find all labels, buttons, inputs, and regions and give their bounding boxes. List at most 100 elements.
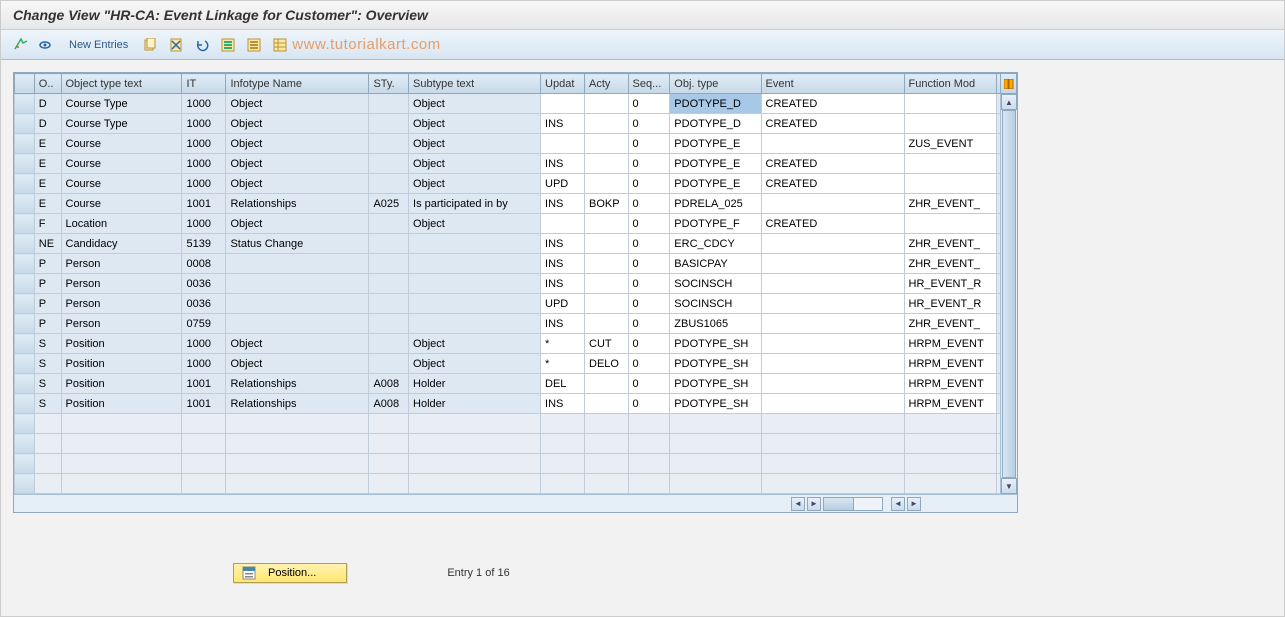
cell-empty[interactable] — [409, 434, 541, 454]
scroll-track[interactable] — [1001, 110, 1017, 478]
cell-act[interactable] — [585, 254, 629, 274]
cell-evt[interactable] — [761, 274, 904, 294]
cell-o[interactable]: E — [34, 194, 61, 214]
cell-empty[interactable] — [541, 454, 585, 474]
cell-empty[interactable] — [761, 434, 904, 454]
cell-empty[interactable] — [585, 414, 629, 434]
cell-fm[interactable] — [904, 94, 997, 114]
cell-empty[interactable] — [409, 474, 541, 494]
cell-empty[interactable] — [182, 414, 226, 434]
cell-it[interactable]: 1000 — [182, 214, 226, 234]
cell-empty[interactable] — [226, 434, 369, 454]
cell-empty[interactable] — [585, 434, 629, 454]
table-row[interactable]: ECourse1000ObjectObjectUPD0PDOTYPE_ECREA… — [15, 174, 1017, 194]
cell-sty[interactable] — [369, 314, 409, 334]
cell-sty[interactable] — [369, 114, 409, 134]
cell-obj[interactable]: PDOTYPE_SH — [670, 354, 761, 374]
hscroll-right-icon[interactable]: ► — [807, 497, 821, 511]
cell-empty[interactable] — [409, 454, 541, 474]
row-selector[interactable] — [15, 214, 35, 234]
cell-evt[interactable] — [761, 254, 904, 274]
cell-evt[interactable]: CREATED — [761, 94, 904, 114]
row-selector[interactable] — [15, 94, 35, 114]
cell-empty[interactable] — [182, 454, 226, 474]
cell-it[interactable]: 0008 — [182, 254, 226, 274]
cell-act[interactable] — [585, 234, 629, 254]
cell-upd[interactable]: INS — [541, 274, 585, 294]
cell-empty[interactable] — [226, 454, 369, 474]
cell-sty[interactable] — [369, 294, 409, 314]
row-selector[interactable] — [15, 194, 35, 214]
cell-obj[interactable]: SOCINSCH — [670, 294, 761, 314]
cell-upd[interactable] — [541, 134, 585, 154]
cell-evt[interactable] — [761, 234, 904, 254]
cell-o[interactable]: P — [34, 294, 61, 314]
deselect-all-icon[interactable] — [244, 35, 264, 55]
cell-empty[interactable] — [182, 434, 226, 454]
cell-sty[interactable] — [369, 154, 409, 174]
cell-it[interactable]: 1001 — [182, 374, 226, 394]
cell-empty[interactable] — [904, 454, 997, 474]
col-seq[interactable]: Seq... — [628, 74, 670, 94]
cell-sty[interactable] — [369, 274, 409, 294]
cell-act[interactable] — [585, 114, 629, 134]
hscroll-left2-icon[interactable]: ◄ — [891, 497, 905, 511]
cell-empty[interactable] — [541, 474, 585, 494]
cell-empty[interactable] — [182, 474, 226, 494]
cell-empty[interactable] — [670, 414, 761, 434]
cell-o[interactable]: P — [34, 314, 61, 334]
col-obj[interactable]: Obj. type — [670, 74, 761, 94]
cell-o[interactable]: S — [34, 354, 61, 374]
row-selector[interactable] — [15, 454, 35, 474]
cell-act[interactable] — [585, 94, 629, 114]
cell-act[interactable]: DELO — [585, 354, 629, 374]
cell-empty[interactable] — [761, 474, 904, 494]
cell-obj[interactable]: PDOTYPE_E — [670, 174, 761, 194]
delete-icon[interactable] — [166, 35, 186, 55]
cell-evt[interactable] — [761, 374, 904, 394]
table-row[interactable]: SPosition1001RelationshipsA008HolderINS0… — [15, 394, 1017, 414]
cell-empty[interactable] — [670, 454, 761, 474]
cell-sty[interactable]: A025 — [369, 194, 409, 214]
row-selector[interactable] — [15, 234, 35, 254]
col-upd[interactable]: Updat — [541, 74, 585, 94]
cell-empty[interactable] — [904, 434, 997, 454]
cell-act[interactable] — [585, 374, 629, 394]
cell-empty[interactable] — [369, 474, 409, 494]
vertical-scrollbar[interactable]: ▲ ▼ — [1000, 94, 1017, 494]
cell-o[interactable]: E — [34, 154, 61, 174]
cell-fm[interactable] — [904, 154, 997, 174]
cell-evt[interactable]: CREATED — [761, 214, 904, 234]
cell-empty[interactable] — [409, 414, 541, 434]
cell-sty[interactable] — [369, 254, 409, 274]
cell-upd[interactable]: INS — [541, 394, 585, 414]
row-selector[interactable] — [15, 274, 35, 294]
cell-empty[interactable] — [369, 414, 409, 434]
cell-seq[interactable]: 0 — [628, 374, 670, 394]
row-selector[interactable] — [15, 134, 35, 154]
cell-upd[interactable]: INS — [541, 314, 585, 334]
row-selector[interactable] — [15, 434, 35, 454]
cell-seq[interactable]: 0 — [628, 354, 670, 374]
cell-fm[interactable] — [904, 114, 997, 134]
table-row-empty[interactable] — [15, 414, 1017, 434]
cell-obj[interactable]: PDOTYPE_E — [670, 134, 761, 154]
hscroll-right2-icon[interactable]: ► — [907, 497, 921, 511]
cell-seq[interactable]: 0 — [628, 254, 670, 274]
cell-it[interactable]: 0036 — [182, 294, 226, 314]
cell-upd[interactable]: INS — [541, 154, 585, 174]
cell-evt[interactable] — [761, 194, 904, 214]
cell-fm[interactable]: HRPM_EVENT — [904, 374, 997, 394]
cell-obj[interactable]: SOCINSCH — [670, 274, 761, 294]
cell-empty[interactable] — [585, 454, 629, 474]
cell-fm[interactable]: HRPM_EVENT — [904, 334, 997, 354]
cell-act[interactable] — [585, 314, 629, 334]
cell-fm[interactable] — [904, 214, 997, 234]
cell-o[interactable]: P — [34, 274, 61, 294]
cell-obj[interactable]: PDRELA_025 — [670, 194, 761, 214]
col-act[interactable]: Acty — [585, 74, 629, 94]
cell-obj[interactable]: PDOTYPE_SH — [670, 334, 761, 354]
cell-upd[interactable]: INS — [541, 114, 585, 134]
cell-seq[interactable]: 0 — [628, 394, 670, 414]
cell-o[interactable]: P — [34, 254, 61, 274]
